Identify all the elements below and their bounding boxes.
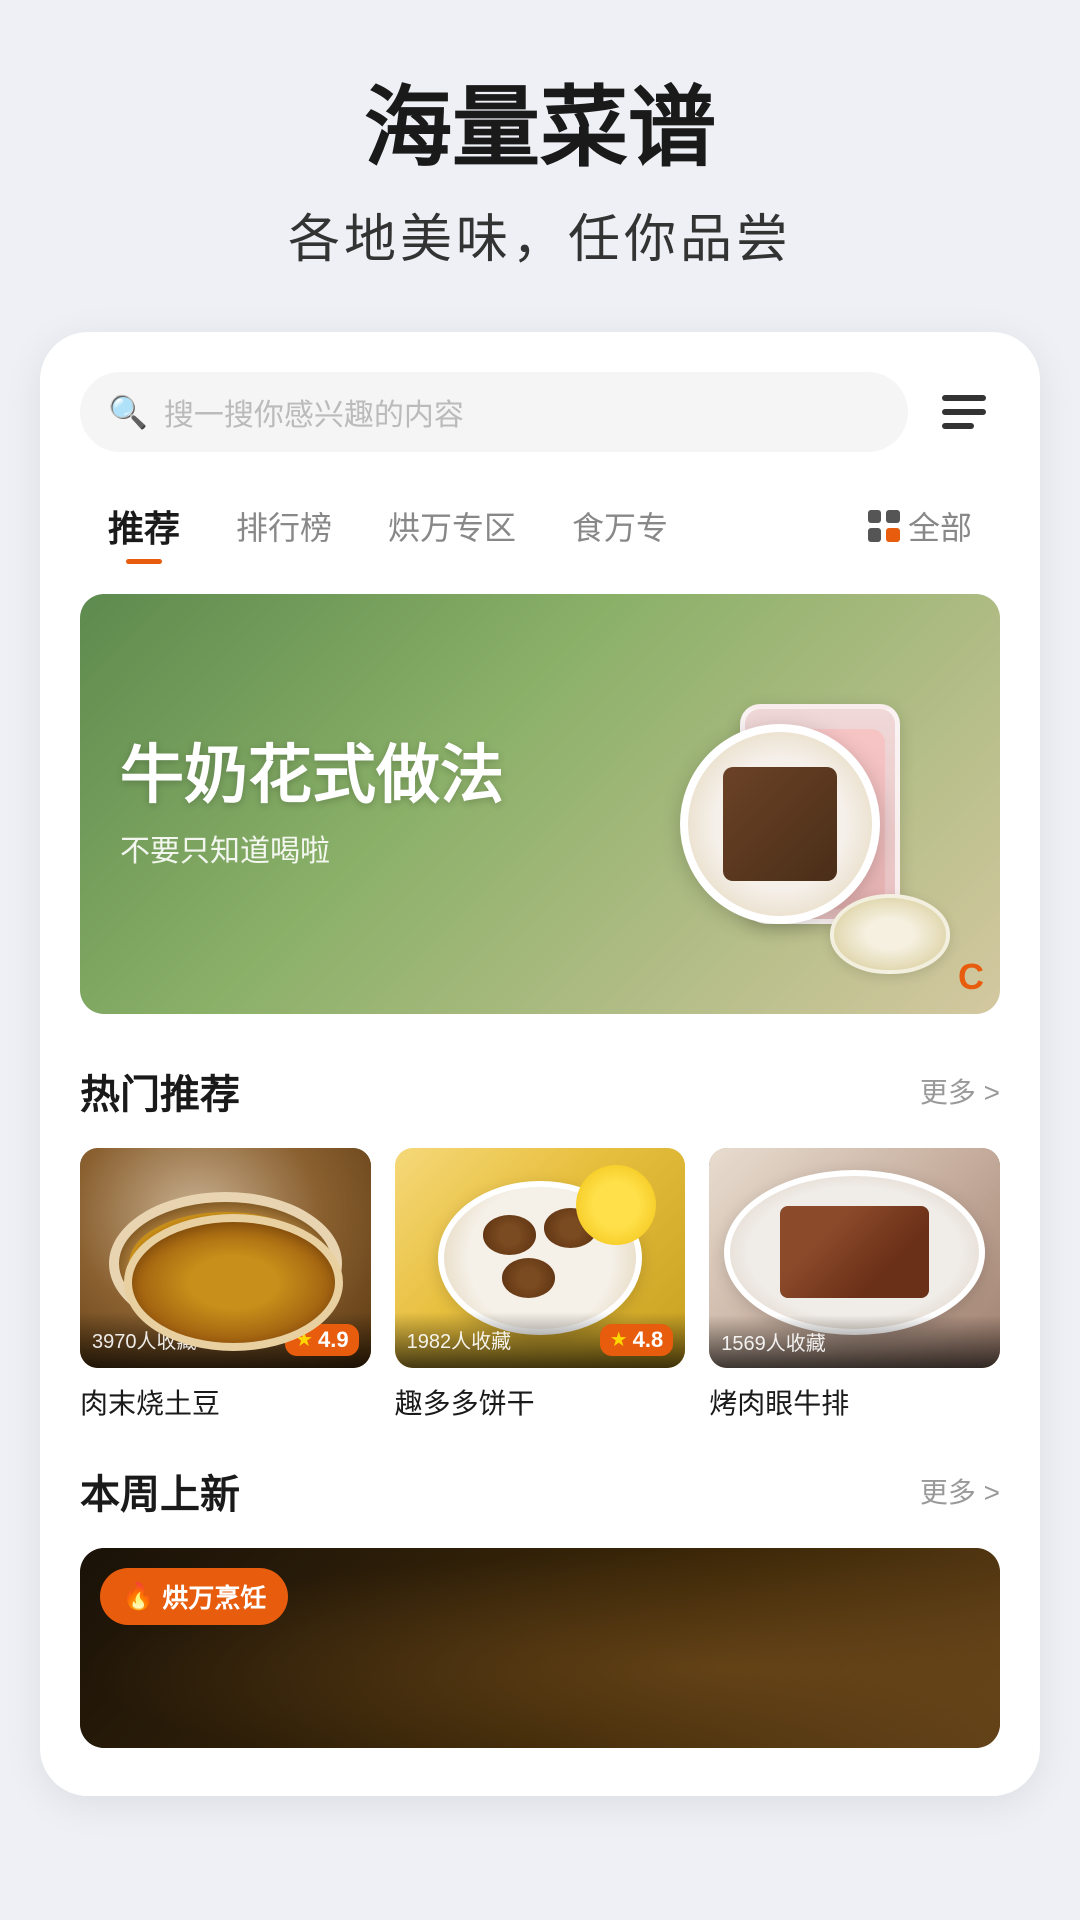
recipe-image-3: 1569人收藏 [709, 1148, 1000, 1368]
hero-title: 海量菜谱 [40, 80, 1040, 177]
nav-tabs: 推荐 排行榜 烘万专区 食万专 全部 [80, 488, 1000, 564]
weekly-section-header: 本周上新 更多 > [80, 1462, 1000, 1520]
recipe-image-1: 3970人收藏 ★ 4.9 [80, 1148, 371, 1368]
rating-value-1: 4.9 [318, 1327, 349, 1353]
tab-all[interactable]: 全部 [840, 491, 1000, 561]
banner-food-visuals [630, 614, 970, 994]
star-icon-2: ★ [610, 1327, 628, 1352]
all-grid-icon [868, 510, 900, 542]
star-icon-1: ★ [295, 1327, 313, 1352]
rating-badge-1: ★ 4.9 [285, 1324, 359, 1356]
weekly-badge: 🔥 烘万烹饪 [100, 1568, 288, 1625]
tab-ranking[interactable]: 排行榜 [208, 491, 360, 561]
rating-value-2: 4.8 [633, 1327, 664, 1353]
search-row: 🔍 搜一搜你感兴趣的内容 [80, 372, 1000, 452]
recipe-list: 3970人收藏 ★ 4.9 肉末烧土豆 [80, 1148, 1000, 1422]
tab-food[interactable]: 食万专 [544, 491, 696, 561]
hero-section: 海量菜谱 各地美味，任你品尝 [0, 0, 1080, 312]
recipe-card-3[interactable]: 1569人收藏 烤肉眼牛排 [709, 1148, 1000, 1422]
recipe-badge-3: 1569人收藏 [709, 1315, 1000, 1368]
menu-icon [942, 395, 986, 429]
search-bar[interactable]: 🔍 搜一搜你感兴趣的内容 [80, 372, 908, 452]
hero-subtitle: 各地美味，任你品尝 [40, 197, 1040, 272]
recipe-name-1: 肉末烧土豆 [80, 1382, 371, 1422]
hot-section-header: 热门推荐 更多 > [80, 1062, 1000, 1120]
fire-icon: 🔥 [122, 1581, 154, 1612]
recipe-card-1[interactable]: 3970人收藏 ★ 4.9 肉末烧土豆 [80, 1148, 371, 1422]
banner-subtitle: 不要只知道喝啦 [120, 826, 330, 870]
collect-count-1: 3970人收藏 [92, 1325, 197, 1354]
recipe-badge-1: 3970人收藏 ★ 4.9 [80, 1312, 371, 1368]
recipe-card-2[interactable]: 1982人收藏 ★ 4.8 趣多多饼干 [395, 1148, 686, 1422]
collect-count-2: 1982人收藏 [407, 1325, 512, 1354]
weekly-section: 本周上新 更多 > 🔥 烘万烹饪 [80, 1462, 1000, 1748]
banner-title: 牛奶花式做法 [120, 737, 504, 814]
weekly-section-title: 本周上新 [80, 1462, 240, 1520]
search-placeholder: 搜一搜你感兴趣的内容 [164, 390, 880, 434]
search-icon: 🔍 [108, 393, 148, 431]
recipe-badge-2: 1982人收藏 ★ 4.8 [395, 1312, 686, 1368]
hot-section-title: 热门推荐 [80, 1062, 240, 1120]
weekly-section-more[interactable]: 更多 > [920, 1471, 1000, 1511]
tab-baking[interactable]: 烘万专区 [360, 491, 544, 561]
menu-button[interactable] [928, 376, 1000, 448]
weekly-card[interactable]: 🔥 烘万烹饪 [80, 1548, 1000, 1748]
recipe-name-3: 烤肉眼牛排 [709, 1382, 1000, 1422]
hot-section-more[interactable]: 更多 > [920, 1071, 1000, 1111]
banner-logo: C [958, 956, 984, 998]
recipe-name-2: 趣多多饼干 [395, 1382, 686, 1422]
app-card: 🔍 搜一搜你感兴趣的内容 推荐 排行榜 烘万专区 食万专 全部 牛奶花式做法 不… [40, 332, 1040, 1796]
weekly-badge-label: 烘万烹饪 [162, 1578, 266, 1615]
collect-count-3: 1569人收藏 [721, 1327, 826, 1356]
tab-recommend[interactable]: 推荐 [80, 488, 208, 564]
rating-badge-2: ★ 4.8 [600, 1324, 674, 1356]
recipe-image-2: 1982人收藏 ★ 4.8 [395, 1148, 686, 1368]
banner[interactable]: 牛奶花式做法 不要只知道喝啦 C [80, 594, 1000, 1014]
